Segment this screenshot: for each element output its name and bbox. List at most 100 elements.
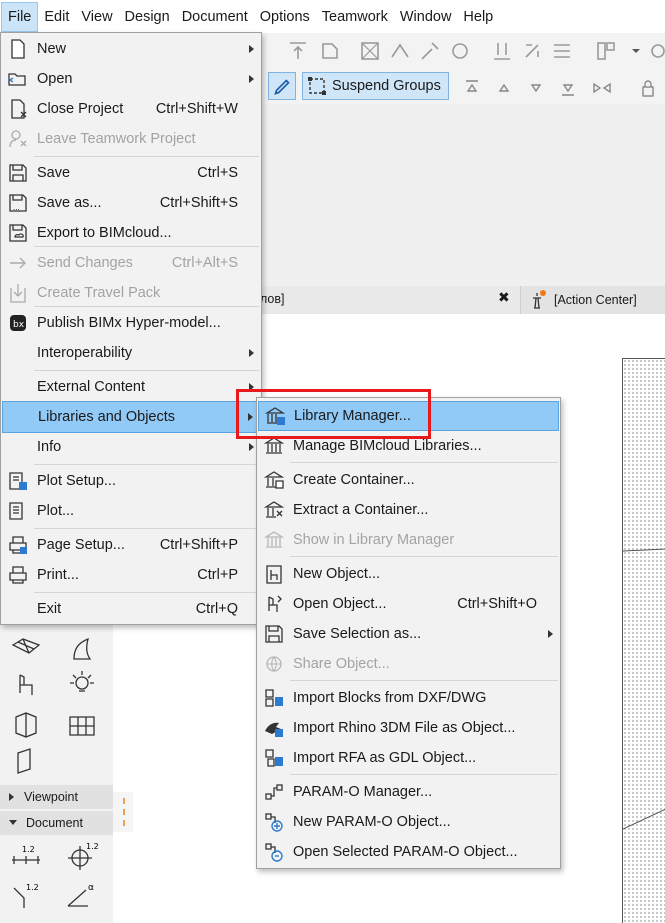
angle-dimension-icon[interactable]: α — [66, 878, 98, 910]
menu-item-param-o-manager[interactable]: PARAM-O Manager... — [258, 778, 559, 806]
submenu-arrow-icon — [249, 443, 254, 451]
menu-edit[interactable]: Edit — [38, 2, 75, 32]
document-section[interactable]: Document — [0, 811, 113, 835]
menu-item-label: New — [37, 41, 67, 57]
flip-icon[interactable] — [590, 76, 614, 100]
submenu-arrow-icon — [548, 630, 553, 638]
settings-icon[interactable] — [646, 39, 665, 63]
menu-item-shortcut: Ctrl+Alt+S — [171, 255, 238, 271]
chevron-down-icon[interactable] — [624, 39, 648, 63]
new-param-o-icon — [263, 811, 285, 833]
autogroup-button[interactable] — [268, 72, 296, 100]
new-document-icon — [7, 38, 29, 60]
menu-item-interoperability[interactable]: Interoperability — [2, 339, 260, 367]
menu-item-publish-bimx[interactable]: bx Publish BIMx Hyper-model... — [2, 309, 260, 337]
arrow-bottom-icon[interactable] — [556, 76, 580, 100]
mirror-icon[interactable] — [388, 39, 412, 63]
group-icon[interactable] — [594, 39, 618, 63]
menu-item-new[interactable]: New — [2, 35, 260, 63]
menu-item-extract-container[interactable]: Extract a Container... — [258, 496, 559, 524]
menu-separator — [34, 464, 259, 465]
menu-item-import-rhino[interactable]: Import Rhino 3DM File as Object... — [258, 714, 559, 742]
menu-item-travel-pack[interactable]: Create Travel Pack — [2, 279, 260, 307]
menu-item-save-as[interactable]: ... Save as... Ctrl+Shift+S — [2, 189, 260, 217]
menu-item-plot[interactable]: Plot... — [2, 497, 260, 525]
save-selection-icon — [263, 623, 285, 645]
object-tool-icon[interactable] — [10, 669, 42, 701]
arrow-top-icon[interactable] — [460, 76, 484, 100]
arrow-down-icon[interactable] — [524, 76, 548, 100]
menu-item-create-container[interactable]: Create Container... — [258, 466, 559, 494]
menu-item-label: Share Object... — [293, 656, 390, 672]
resize-icon[interactable] — [520, 39, 544, 63]
import-dxf-icon — [263, 687, 285, 709]
menu-item-close-project[interactable]: Close Project Ctrl+Shift+W — [2, 95, 260, 123]
curtain-wall-icon[interactable] — [66, 709, 98, 741]
tab-label[interactable]: лов] — [260, 292, 285, 306]
shell-tool-icon[interactable] — [66, 633, 98, 665]
menu-item-open[interactable]: Open — [2, 65, 260, 93]
radial-dimension-icon[interactable]: 1.2 — [10, 878, 42, 910]
highlight-annotation-box — [236, 389, 431, 439]
drawing-canvas[interactable] — [622, 358, 665, 923]
panel-divider — [113, 792, 133, 832]
rotate-icon[interactable] — [358, 39, 382, 63]
wall-end-icon[interactable] — [10, 745, 42, 777]
level-dimension-icon[interactable]: 1.2 — [66, 840, 99, 872]
menu-item-new-object[interactable]: New Object... — [258, 560, 559, 588]
menu-file[interactable]: File — [1, 1, 39, 32]
menu-design[interactable]: Design — [119, 2, 176, 32]
menu-separator — [290, 462, 558, 463]
offset-icon[interactable] — [550, 39, 574, 63]
menu-view[interactable]: View — [75, 2, 118, 32]
menu-item-import-rfa[interactable]: Import RFA as GDL Object... — [258, 744, 559, 772]
print-icon — [7, 564, 29, 586]
menu-item-show-in-library-manager[interactable]: Show in Library Manager — [258, 526, 559, 554]
arrow-up-icon[interactable] — [492, 76, 516, 100]
menu-item-print[interactable]: Print... Ctrl+P — [2, 561, 260, 589]
menu-item-shortcut: Ctrl+Shift+O — [457, 596, 537, 612]
menu-item-open-param-o[interactable]: Open Selected PARAM-O Object... — [258, 838, 559, 866]
menu-item-import-dxf[interactable]: Import Blocks from DXF/DWG — [258, 684, 559, 712]
dimension-tool-icon[interactable]: 1.2 — [10, 840, 42, 872]
menu-item-open-object[interactable]: Open Object... Ctrl+Shift+O — [258, 590, 559, 618]
shape-icon[interactable] — [318, 39, 342, 63]
menu-help[interactable]: Help — [457, 2, 499, 32]
menu-item-new-param-o[interactable]: New PARAM-O Object... — [258, 808, 559, 836]
close-tab-icon[interactable]: ✖ — [498, 289, 510, 306]
menu-item-info[interactable]: Info — [2, 433, 260, 461]
menu-item-page-setup[interactable]: Page Setup... Ctrl+Shift+P — [2, 531, 260, 559]
suspend-groups-button[interactable]: Suspend Groups — [302, 72, 449, 100]
menu-item-send-changes[interactable]: Send Changes Ctrl+Alt+S — [2, 249, 260, 277]
menu-options[interactable]: Options — [254, 2, 316, 32]
menu-item-save-selection-as[interactable]: Save Selection as... — [258, 620, 559, 648]
menu-item-external-content[interactable]: External Content — [2, 373, 260, 401]
elevate-icon[interactable] — [490, 39, 514, 63]
menu-item-label: New PARAM-O Object... — [293, 814, 451, 830]
menu-window[interactable]: Window — [394, 2, 458, 32]
file-menu: New Open Close Project Ctrl+Shift+W Leave… — [0, 32, 262, 625]
lock-icon[interactable] — [636, 76, 660, 100]
tab-action-center[interactable]: [Action Center] — [520, 286, 665, 314]
menu-item-plot-setup[interactable]: Plot Setup... — [2, 467, 260, 495]
drag-icon[interactable] — [418, 39, 442, 63]
menu-item-export-bimcloud[interactable]: Export to BIMcloud... — [2, 219, 260, 247]
menu-bar: File Edit View Design Document Options T… — [0, 0, 665, 33]
close-project-icon — [7, 98, 29, 120]
menu-separator — [34, 370, 259, 371]
mesh-tool-icon[interactable] — [10, 633, 42, 665]
menu-document[interactable]: Document — [176, 2, 254, 32]
menu-item-leave-teamwork[interactable]: Leave Teamwork Project — [2, 125, 260, 153]
menu-item-libraries-and-objects[interactable]: Libraries and Objects — [2, 401, 260, 433]
multiply-icon[interactable] — [448, 39, 472, 63]
menu-teamwork[interactable]: Teamwork — [316, 2, 394, 32]
zone-tool-icon[interactable] — [10, 709, 42, 741]
menu-item-share-object[interactable]: Share Object... — [258, 650, 559, 678]
viewpoint-section[interactable]: Viewpoint — [0, 785, 113, 809]
plot-setup-icon — [7, 470, 29, 492]
menu-item-label: Import Blocks from DXF/DWG — [293, 690, 487, 706]
menu-item-save[interactable]: Save Ctrl+S — [2, 159, 260, 187]
align-top-icon[interactable] — [286, 39, 310, 63]
menu-item-exit[interactable]: Exit Ctrl+Q — [2, 595, 260, 623]
lamp-tool-icon[interactable] — [66, 669, 98, 701]
